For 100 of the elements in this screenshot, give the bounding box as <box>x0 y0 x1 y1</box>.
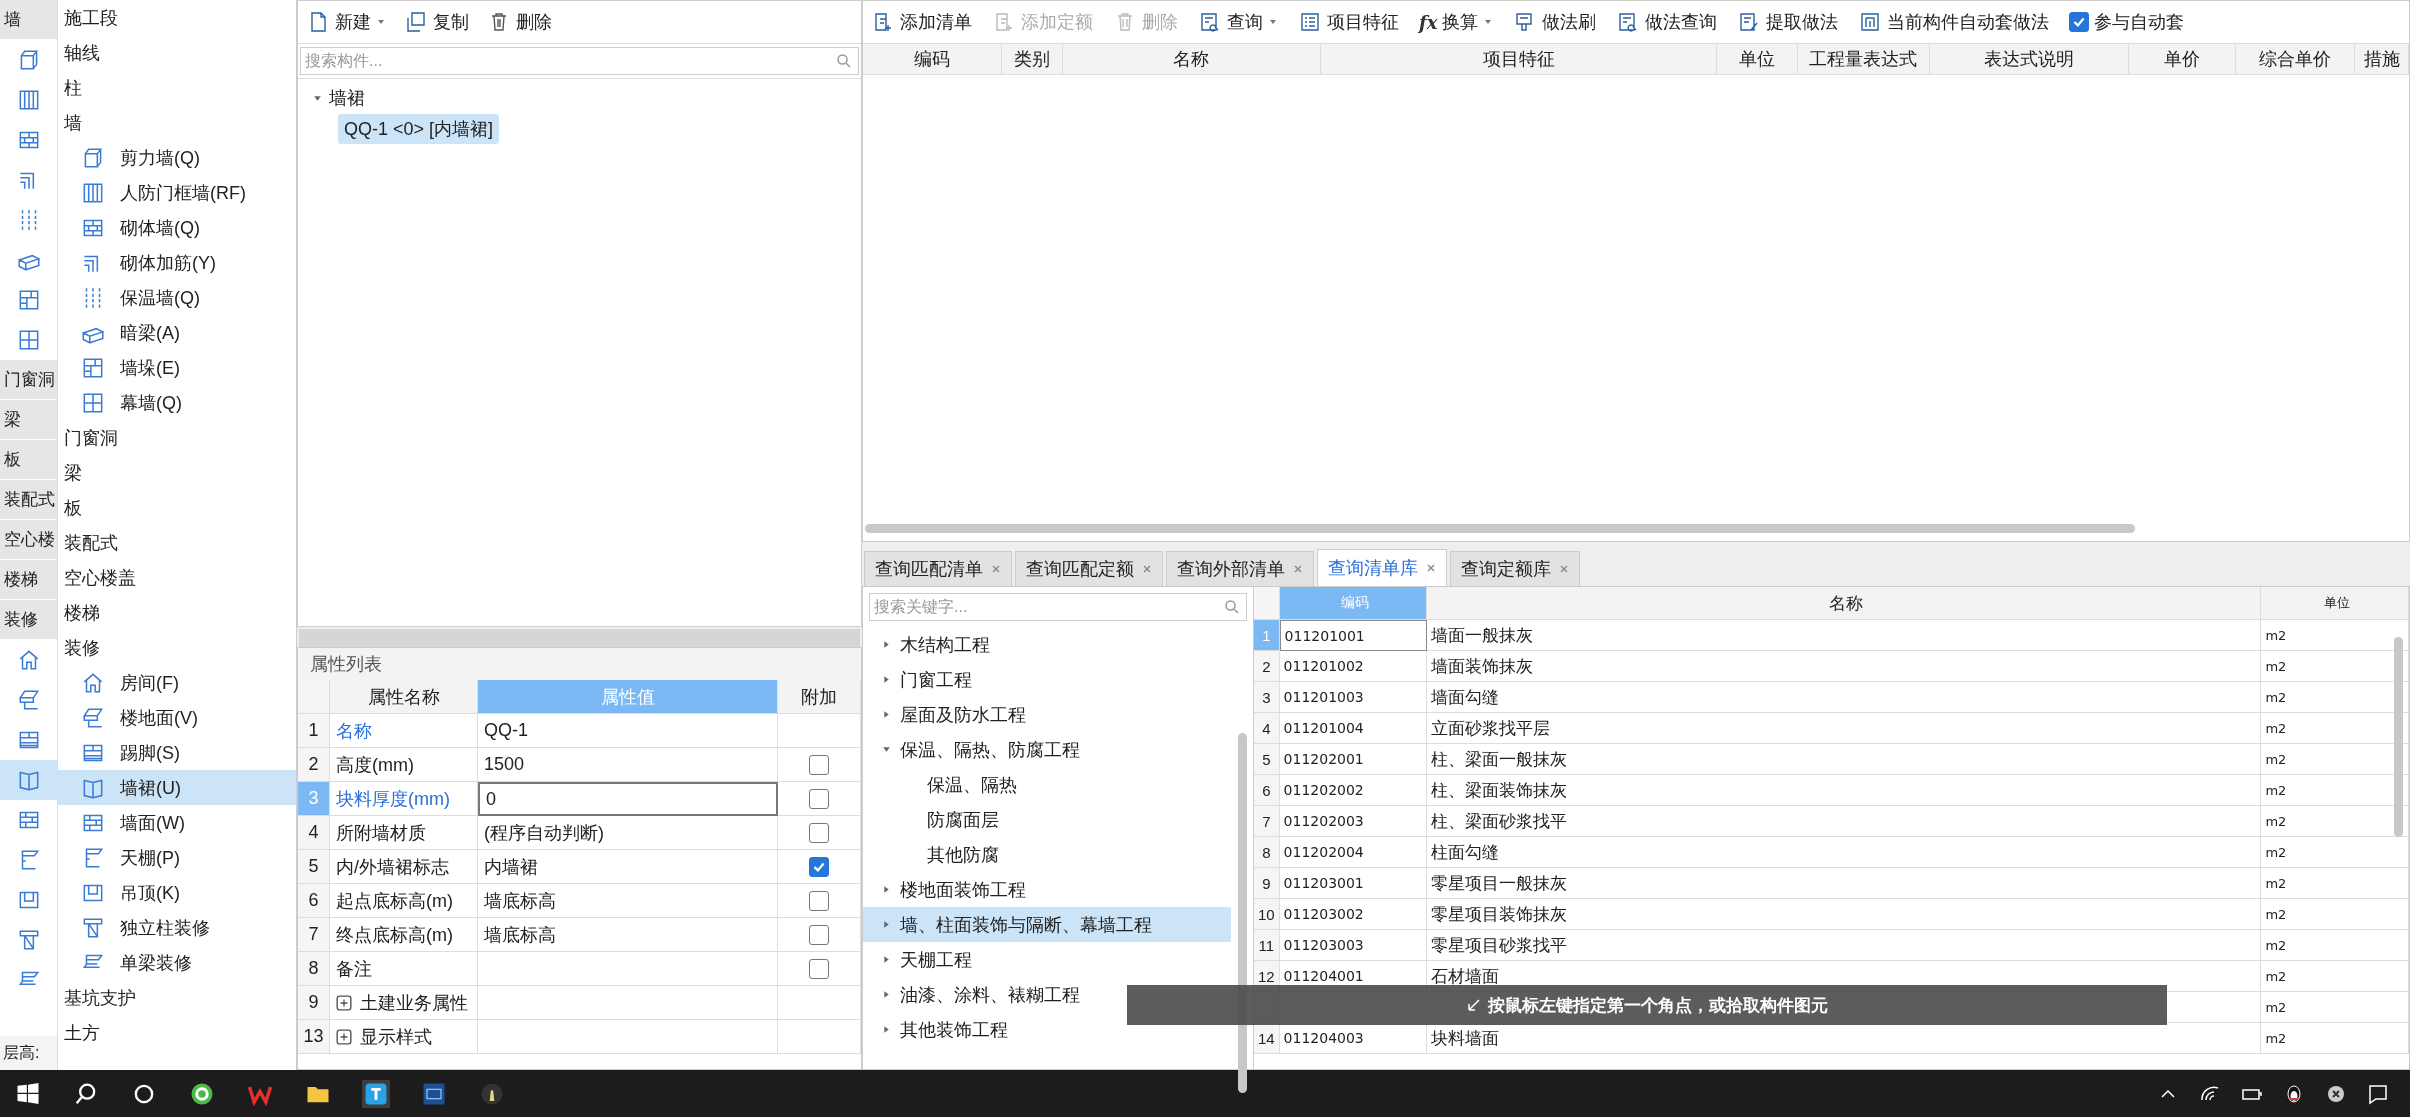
toolbar-button[interactable]: fx 换算 <box>1417 7 1496 37</box>
expand-arrow-icon[interactable] <box>881 639 892 650</box>
tree-item[interactable]: 墙裙(U) <box>58 770 296 805</box>
toolbar-button[interactable]: 做法刷 <box>1511 7 1599 37</box>
category-tab[interactable]: 板 <box>0 440 57 480</box>
toolbar-button[interactable]: 复制 <box>402 7 471 37</box>
close-icon[interactable] <box>1293 564 1303 574</box>
tree-item[interactable]: 单梁装修 <box>58 945 296 980</box>
checkbox[interactable] <box>809 856 829 877</box>
category-tab[interactable]: 空心楼 <box>0 520 57 560</box>
expand-arrow-icon[interactable] <box>881 919 892 930</box>
tree-item[interactable]: 装修 <box>58 630 296 665</box>
checkbox[interactable] <box>809 754 829 775</box>
tree-item[interactable]: 砌体加筋(Y) <box>58 245 296 280</box>
search-field[interactable]: 搜索关键字... <box>869 593 1247 621</box>
search-field[interactable]: 搜索构件... <box>300 47 859 75</box>
toolbar-button[interactable]: 项目特征 <box>1296 7 1401 37</box>
tree-item[interactable]: 其他防腐 <box>863 837 1231 872</box>
property-value[interactable]: QQ-1 <box>478 714 778 748</box>
tree-item[interactable]: 人防门框墙(RF) <box>58 175 296 210</box>
close-icon[interactable] <box>991 564 1001 574</box>
component-item[interactable]: QQ-1 <0> [内墙裙] <box>338 114 500 144</box>
property-value[interactable]: (程序自动判断) <box>478 816 778 850</box>
expand-arrow-icon[interactable] <box>881 1024 892 1035</box>
tree-item[interactable]: 门窗洞 <box>58 420 296 455</box>
scrollbar[interactable] <box>2394 637 2403 837</box>
expand-arrow-icon[interactable] <box>881 989 892 1000</box>
tree-item[interactable]: 施工段 <box>58 0 296 35</box>
plus-icon[interactable] <box>336 1028 352 1045</box>
tree-item[interactable]: 墙面(W) <box>58 805 296 840</box>
strip-item[interactable] <box>0 760 57 800</box>
tree-item[interactable]: 剪力墙(Q) <box>58 140 296 175</box>
close-icon[interactable] <box>1559 564 1569 574</box>
tree-node[interactable]: 墙裙 <box>298 83 365 113</box>
tab[interactable]: 查询外部清单 <box>1166 551 1314 586</box>
tree-item[interactable]: 天棚工程 <box>863 942 1231 977</box>
property-value[interactable]: 墙底标高 <box>478 918 778 952</box>
checkbox[interactable] <box>809 890 829 911</box>
tab[interactable]: 查询定额库 <box>1450 551 1580 586</box>
checkbox[interactable] <box>2069 12 2090 32</box>
tree-item[interactable]: 墙垛(E) <box>58 350 296 385</box>
tab[interactable]: 查询匹配清单 <box>864 551 1012 586</box>
tree-item[interactable]: 板 <box>58 490 296 525</box>
property-value[interactable]: 0 <box>478 782 778 816</box>
toolbar-button[interactable]: 新建 <box>304 7 388 37</box>
close-icon[interactable] <box>1142 564 1152 574</box>
tree-item[interactable]: 吊顶(K) <box>58 875 296 910</box>
toolbar-button[interactable]: 当前构件自动套做法 <box>1856 7 2052 37</box>
tree-item[interactable]: 屋面及防水工程 <box>863 697 1231 732</box>
tree-item[interactable]: 楼梯 <box>58 595 296 630</box>
tree-item[interactable]: 保温墙(Q) <box>58 280 296 315</box>
tree-item[interactable]: 房间(F) <box>58 665 296 700</box>
tree-item[interactable]: 楼地面装饰工程 <box>863 872 1231 907</box>
expand-arrow-icon[interactable] <box>881 744 892 755</box>
category-tab[interactable]: 装配式 <box>0 480 57 520</box>
category-tab[interactable]: 墙 <box>0 0 57 40</box>
expand-arrow-icon[interactable] <box>881 674 892 685</box>
toolbar-button[interactable]: 查询 <box>1196 7 1280 37</box>
tree-item[interactable]: 墙 <box>58 105 296 140</box>
tree-item[interactable]: 保温、隔热 <box>863 767 1231 802</box>
tree-item[interactable]: 木结构工程 <box>863 627 1231 662</box>
checkbox[interactable] <box>809 924 829 945</box>
group-cell[interactable]: 土建业务属性 <box>330 986 478 1020</box>
toolbar-button[interactable]: 提取做法 <box>1735 7 1841 37</box>
tree-item[interactable]: 基坑支护 <box>58 980 296 1015</box>
tree-item[interactable]: 天棚(P) <box>58 840 296 875</box>
tree-item[interactable]: 空心楼盖 <box>58 560 296 595</box>
checkbox[interactable] <box>809 788 829 809</box>
category-tab[interactable]: 装修 <box>0 600 57 640</box>
tree-item[interactable]: 砌体墙(Q) <box>58 210 296 245</box>
expand-arrow-icon[interactable] <box>881 884 892 895</box>
tree-item[interactable]: 幕墙(Q) <box>58 385 296 420</box>
checkbox[interactable] <box>809 822 829 843</box>
tree-item[interactable]: 防腐面层 <box>863 802 1231 837</box>
property-value[interactable]: 墙底标高 <box>478 884 778 918</box>
toolbar-button[interactable]: 删除 <box>485 7 554 37</box>
category-tab[interactable]: 门窗洞 <box>0 360 57 400</box>
tab[interactable]: 查询匹配定额 <box>1015 551 1163 586</box>
tree-item[interactable]: 墙、柱面装饰与隔断、幕墙工程 <box>863 907 1231 942</box>
app-tile-icon[interactable] <box>362 1079 390 1108</box>
toolbar-button[interactable]: 添加清单 <box>869 7 974 37</box>
tree-item[interactable]: 土方 <box>58 1015 296 1050</box>
tree-item[interactable]: 暗梁(A) <box>58 315 296 350</box>
tree-item[interactable]: 柱 <box>58 70 296 105</box>
tree-item[interactable]: 保温、隔热、防腐工程 <box>863 732 1231 767</box>
tree-item[interactable]: 其他装饰工程 <box>863 1012 1231 1047</box>
expand-arrow-icon[interactable] <box>881 954 892 965</box>
tree-item[interactable]: 油漆、涂料、裱糊工程 <box>863 977 1231 1012</box>
checkbox[interactable] <box>809 958 829 979</box>
close-icon[interactable] <box>1426 563 1436 573</box>
category-tab[interactable]: 楼梯 <box>0 560 57 600</box>
tree-item[interactable]: 装配式 <box>58 525 296 560</box>
property-value[interactable]: 内墙裙 <box>478 850 778 884</box>
group-cell[interactable]: 显示样式 <box>330 1020 478 1054</box>
tree-item[interactable]: 踢脚(S) <box>58 735 296 770</box>
tree-item[interactable]: 梁 <box>58 455 296 490</box>
scrollbar[interactable] <box>865 524 2135 533</box>
tab[interactable]: 查询清单库 <box>1317 549 1447 586</box>
tree-item[interactable]: 门窗工程 <box>863 662 1231 697</box>
plus-icon[interactable] <box>336 994 352 1011</box>
